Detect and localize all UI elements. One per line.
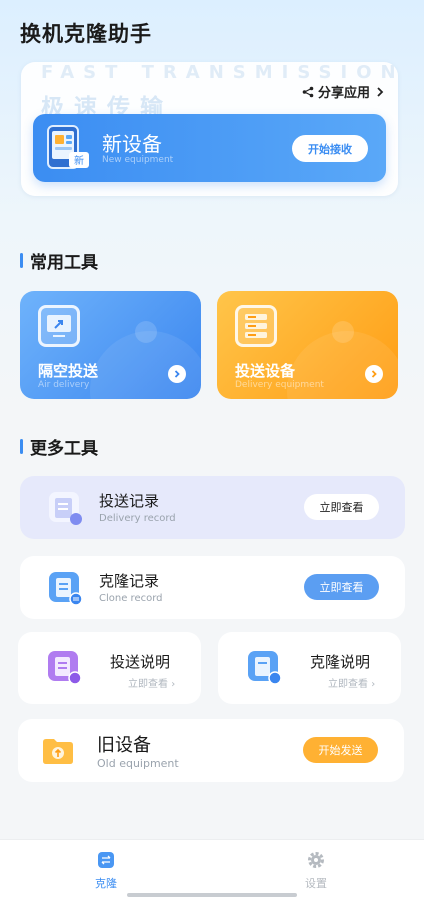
view-clone-record-button[interactable]: 立即查看 [304, 574, 379, 600]
delivery-equipment-card[interactable]: 投送设备 Delivery equipment [217, 291, 398, 399]
guide-link[interactable]: 立即查看 › [128, 675, 175, 690]
share-icon [302, 86, 314, 97]
chevron-right-icon: › [171, 679, 176, 690]
old-device-row[interactable]: 旧设备 Old equipment 开始发送 [18, 719, 404, 782]
section-more-tools: 更多工具 [20, 434, 98, 459]
chevron-right-icon: › [371, 679, 376, 690]
tool-title: 投送设备 [235, 362, 296, 380]
gear-icon [308, 852, 324, 868]
view-delivery-record-button[interactable]: 立即查看 [304, 494, 379, 520]
section-title: 常用工具 [30, 253, 98, 273]
delivery-record-row[interactable]: 投送记录 Delivery record 立即查看 [20, 476, 405, 539]
guide-link-label: 立即查看 [328, 679, 368, 690]
section-title: 更多工具 [30, 439, 98, 459]
clone-document-icon [47, 570, 83, 606]
bottom-nav: 克隆 设置 [0, 839, 424, 899]
new-device-banner[interactable]: 新 新设备 New equipment 开始接收 [33, 114, 386, 182]
section-marker [20, 253, 23, 268]
share-app-label: 分享应用 [317, 86, 370, 101]
arrow-right-icon[interactable] [365, 365, 383, 383]
monitor-send-icon [38, 305, 80, 347]
row-subtitle: Old equipment [97, 757, 179, 770]
new-phone-icon: 新 [47, 125, 89, 169]
row-subtitle: Clone record [99, 593, 163, 604]
guide-title: 克隆说明 [310, 653, 371, 671]
nav-item-settings[interactable]: 设置 [286, 850, 346, 891]
svg-text:新: 新 [74, 154, 84, 167]
watermark-english: FAST TRANSMISSION [41, 62, 398, 83]
row-title: 投送记录 [99, 492, 160, 510]
folder-upload-icon [40, 733, 76, 769]
new-device-title: 新设备 [102, 132, 162, 156]
section-common-tools: 常用工具 [20, 248, 98, 273]
document-icon [47, 490, 83, 526]
server-icon [235, 305, 277, 347]
row-title: 旧设备 [97, 735, 151, 756]
tool-title: 隔空投送 [38, 362, 99, 380]
arrow-right-icon[interactable] [168, 365, 186, 383]
air-delivery-card[interactable]: 隔空投送 Air delivery [20, 291, 201, 399]
nav-label: 克隆 [95, 877, 117, 890]
clone-guide-icon [246, 649, 282, 685]
decor-bubble [135, 321, 157, 343]
start-send-button[interactable]: 开始发送 [303, 737, 378, 763]
fast-transmission-card: FAST TRANSMISSION 极速传输 分享应用 新 新设备 New eq… [21, 62, 398, 196]
section-marker [20, 439, 23, 454]
clone-guide-card[interactable]: 克隆说明 立即查看 › [218, 632, 401, 704]
guide-link[interactable]: 立即查看 › [328, 675, 375, 690]
clone-icon [98, 852, 114, 868]
delivery-guide-card[interactable]: 投送说明 立即查看 › [18, 632, 201, 704]
guide-title: 投送说明 [110, 653, 171, 671]
tool-subtitle: Air delivery [38, 380, 90, 390]
tool-subtitle: Delivery equipment [235, 380, 324, 390]
new-device-subtitle: New equipment [102, 155, 174, 165]
nav-label: 设置 [305, 877, 327, 890]
row-title: 克隆记录 [99, 572, 160, 590]
chevron-right-icon [377, 86, 384, 97]
home-indicator [127, 893, 297, 897]
start-receive-button[interactable]: 开始接收 [292, 135, 368, 162]
clone-record-row[interactable]: 克隆记录 Clone record 立即查看 [20, 556, 405, 619]
nav-item-clone[interactable]: 克隆 [76, 850, 136, 891]
decor-bubble [332, 321, 354, 343]
row-subtitle: Delivery record [99, 513, 176, 524]
page-title: 换机克隆助手 [20, 22, 152, 46]
guide-link-label: 立即查看 [128, 679, 168, 690]
share-app-link[interactable]: 分享应用 [302, 82, 386, 101]
delivery-guide-icon [46, 649, 82, 685]
